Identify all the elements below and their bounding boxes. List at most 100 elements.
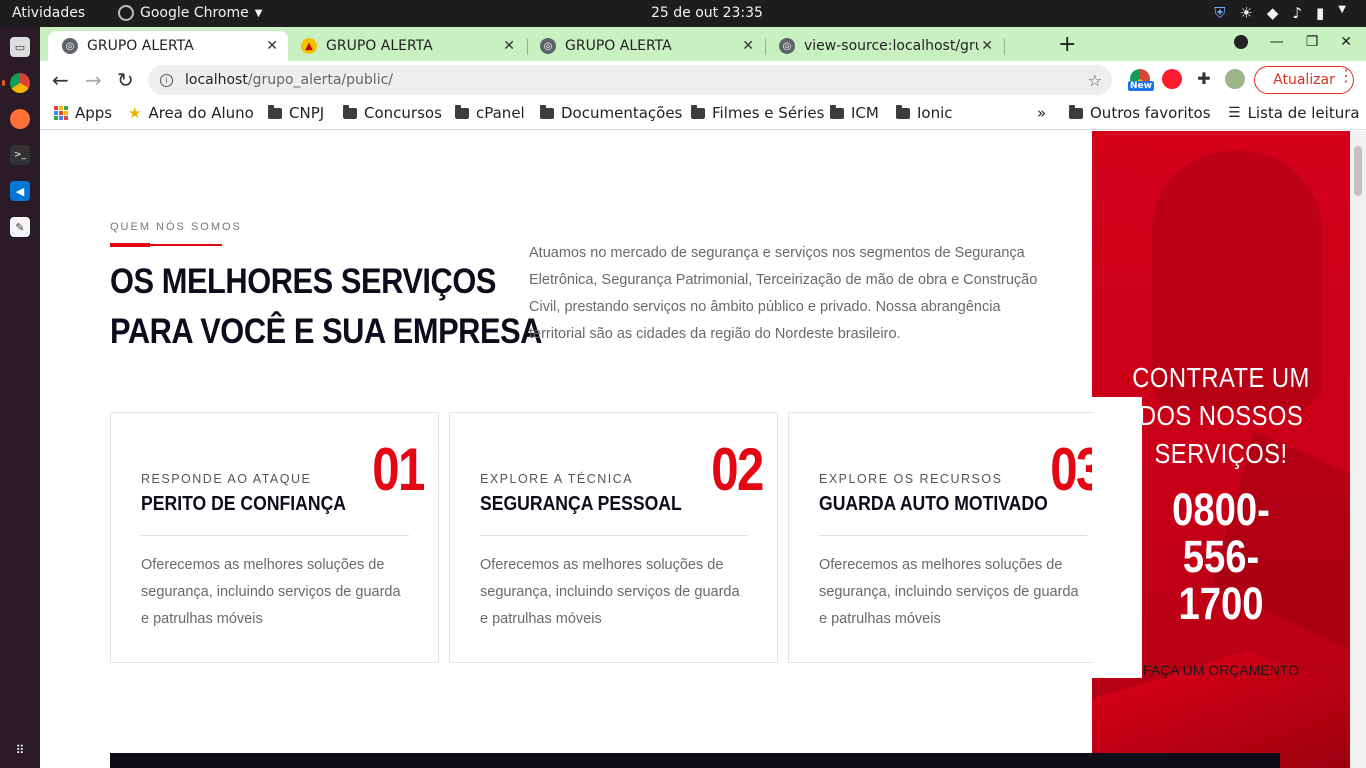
promo-heading: CONTRATE UM DOS NOSSOS SERVIÇOS! [1111, 359, 1330, 473]
bookmark-label: Apps [75, 104, 113, 122]
page-scrollbar[interactable] [1350, 131, 1366, 768]
bookmark-label: Area do Aluno [148, 104, 254, 122]
bookmark-label: CNPJ [289, 104, 325, 122]
card-row-overlap [1092, 397, 1142, 678]
service-card-1[interactable]: 01 RESPONDE AO ATAQUE PERITO DE CONFIANÇ… [110, 412, 439, 663]
scrollbar-thumb[interactable] [1354, 146, 1362, 196]
show-apps-icon[interactable]: ⠿ [10, 740, 30, 760]
maximize-icon[interactable]: ❐ [1306, 34, 1319, 50]
power-menu-icon[interactable]: ▼ [1338, 4, 1346, 22]
bookmark-folder-filmes-e-series[interactable]: Filmes e Séries [691, 104, 824, 122]
overflow-chevron-icon: » [1037, 104, 1047, 122]
bookmark-label: Ionic [917, 104, 953, 122]
service-kicker: RESPONDE AO ATAQUE [141, 472, 312, 486]
phone-line: 556- [1182, 531, 1260, 582]
close-tab-icon[interactable]: ✕ [981, 38, 993, 54]
promo-heading-line: DOS NOSSOS [1138, 400, 1304, 431]
clock[interactable]: 25 de out 23:35 [651, 5, 763, 21]
section-eyebrow: QUEM NÓS SOMOS [110, 221, 242, 233]
system-top-bar: Atividades Google Chrome ▼ 25 de out 23:… [0, 0, 1366, 27]
bookmark-label: ICM [851, 104, 879, 122]
address-bar[interactable]: i localhost/grupo_alerta/public/ ☆ [148, 65, 1112, 95]
bookmark-folder-documentacoes[interactable]: Documentações [540, 104, 682, 122]
tab-title: view-source:localhost/gru [804, 38, 979, 54]
battery-icon[interactable]: ▮ [1316, 4, 1324, 22]
system-tray[interactable]: ⛨ ☀ ◆ ♪ ▮ ▼ [1214, 4, 1346, 22]
alerta-favicon-icon: ▲ [301, 38, 317, 54]
globe-icon: ◎ [62, 38, 78, 54]
folder-icon [896, 104, 910, 119]
forward-icon[interactable]: → [85, 68, 102, 92]
tab-grupo-alerta-3[interactable]: ◎ GRUPO ALERTA ✕ [526, 31, 764, 61]
bookmark-apps[interactable]: Apps [54, 104, 112, 122]
volume-icon[interactable]: ♪ [1292, 4, 1302, 22]
text-editor-icon[interactable]: ✎ [10, 217, 30, 237]
tab-grupo-alerta-2[interactable]: ▲ GRUPO ALERTA ✕ [287, 31, 525, 61]
reading-list-button[interactable]: ☰ Lista de leitura [1228, 104, 1360, 122]
bookmark-label: cPanel [476, 104, 525, 122]
back-icon[interactable]: ← [52, 68, 69, 92]
active-indicator [2, 80, 5, 86]
other-bookmarks-folder[interactable]: Outros favoritos [1069, 104, 1211, 122]
activities-button[interactable]: Atividades [12, 5, 85, 21]
firefox-icon[interactable] [10, 109, 30, 129]
bookmark-label: Concursos [364, 104, 442, 122]
tab-search-icon[interactable] [1233, 35, 1248, 49]
bookmarks-overflow-button[interactable]: » [1037, 104, 1046, 122]
puzzle-extensions-icon[interactable]: ✚ [1194, 69, 1214, 89]
folder-icon [1069, 104, 1083, 119]
chrome-icon [118, 5, 134, 21]
close-tab-icon[interactable]: ✕ [266, 38, 278, 54]
page-viewport: QUEM NÓS SOMOS OS MELHORES SERVIÇOS PARA… [40, 131, 1366, 768]
bookmark-folder-icm[interactable]: ICM [830, 104, 879, 122]
star-bookmark-icon: ★ [128, 104, 142, 122]
headline-line-2: PARA VOCÊ E SUA EMPRESA [110, 312, 542, 351]
intro-paragraph: Atuamos no mercado de segurança e serviç… [529, 245, 1038, 342]
profile-avatar[interactable] [1225, 69, 1245, 89]
close-tab-icon[interactable]: ✕ [742, 38, 754, 54]
terminal-icon[interactable]: >_ [10, 145, 30, 165]
reload-icon[interactable]: ↻ [117, 68, 134, 92]
shield-icon[interactable]: ⛨ [1214, 4, 1225, 22]
app-menu[interactable]: Google Chrome ▼ [118, 5, 262, 21]
service-card-2[interactable]: 02 EXPLORE A TÉCNICA SEGURANÇA PESSOAL O… [449, 412, 778, 663]
files-icon[interactable]: ▭ [10, 37, 30, 57]
chrome-dock-icon[interactable] [10, 73, 30, 93]
phone-line: 0800- [1172, 484, 1270, 535]
folder-icon [540, 104, 554, 119]
folder-icon [830, 104, 844, 119]
minimize-icon[interactable]: — [1270, 34, 1284, 50]
more-menu-icon[interactable]: ⋮ [1338, 66, 1354, 85]
service-card-3[interactable]: 03 EXPLORE OS RECURSOS GUARDA AUTO MOTIV… [788, 412, 1117, 663]
tab-grupo-alerta-1[interactable]: ◎ GRUPO ALERTA ✕ [48, 31, 288, 61]
bookmark-star-icon[interactable]: ☆ [1088, 71, 1102, 90]
vscode-icon[interactable]: ◀ [10, 181, 30, 201]
service-title: PERITO DE CONFIANÇA [141, 493, 347, 515]
bookmark-folder-ionic[interactable]: Ionic [896, 104, 953, 122]
globe-icon: ◎ [540, 38, 556, 54]
bookmark-label: Outros favoritos [1090, 104, 1211, 122]
url-host: localhost [185, 72, 248, 88]
bookmark-folder-cnpj[interactable]: CNPJ [268, 104, 324, 122]
close-tab-icon[interactable]: ✕ [503, 38, 515, 54]
dock: ▭ >_ ◀ ✎ ⠿ [0, 27, 40, 768]
close-window-icon[interactable]: ✕ [1340, 34, 1352, 50]
service-description: Oferecemos as melhores soluções de segur… [480, 557, 740, 627]
extension-new-icon[interactable]: New [1128, 69, 1154, 91]
folder-icon [343, 104, 357, 119]
tab-title: GRUPO ALERTA [87, 38, 194, 54]
section-headline: OS MELHORES SERVIÇOS PARA VOCÊ E SUA EMP… [110, 257, 542, 357]
tab-view-source[interactable]: ◎ view-source:localhost/gru ✕ [765, 31, 1003, 61]
browser-toolbar: ← → ↻ i localhost/grupo_alerta/public/ ☆… [40, 61, 1366, 98]
phone-number[interactable]: 0800- 556- 1700 [1111, 486, 1330, 627]
opera-extension-icon[interactable] [1162, 69, 1182, 89]
brightness-icon[interactable]: ☀ [1239, 4, 1252, 22]
eyebrow-underline [110, 243, 222, 247]
wifi-icon[interactable]: ◆ [1267, 4, 1279, 22]
new-tab-button[interactable]: + [1058, 32, 1076, 57]
bookmark-folder-cpanel[interactable]: cPanel [455, 104, 525, 122]
bookmark-folder-concursos[interactable]: Concursos [343, 104, 442, 122]
bookmark-area-do-aluno[interactable]: ★ Area do Aluno [128, 104, 254, 122]
site-info-icon[interactable]: i [160, 73, 173, 87]
service-kicker: EXPLORE OS RECURSOS [819, 472, 1003, 486]
